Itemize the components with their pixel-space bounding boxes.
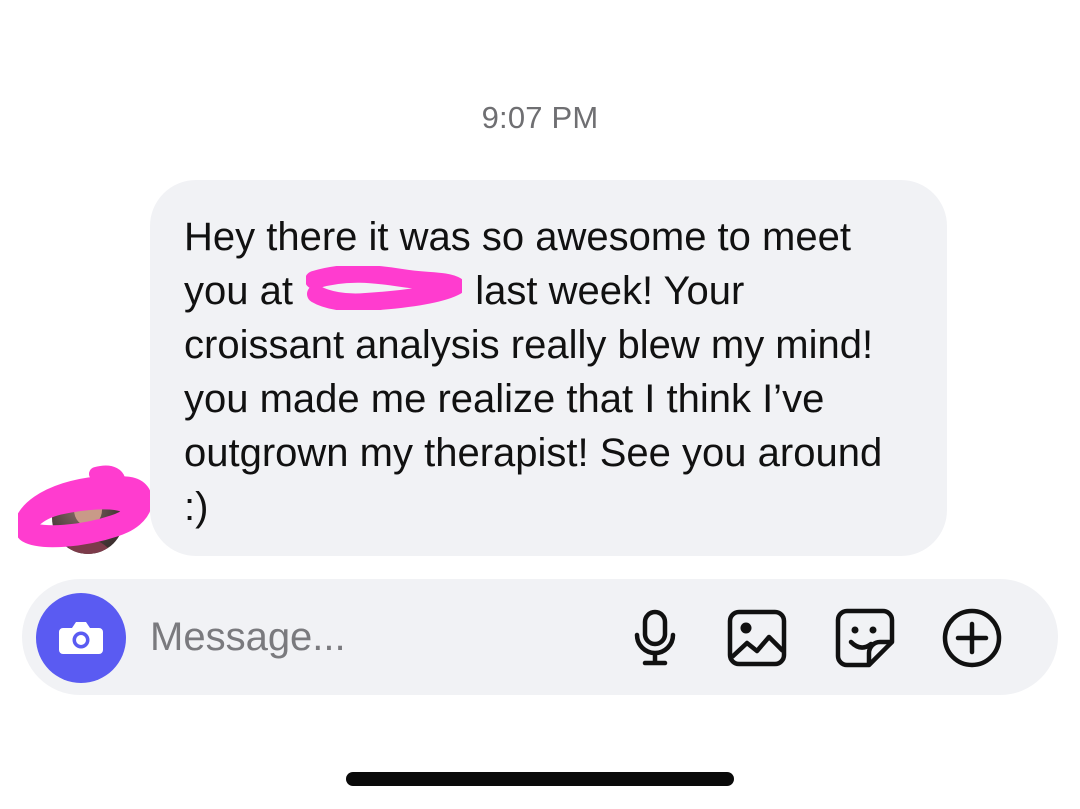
microphone-icon xyxy=(634,609,676,666)
message-input[interactable] xyxy=(150,609,590,665)
home-indicator[interactable] xyxy=(346,772,734,786)
avatar-redaction-scribble xyxy=(18,465,152,548)
sticker-button[interactable] xyxy=(830,603,900,673)
incoming-message-bubble[interactable]: Hey there it was so awesome to meet you … xyxy=(150,180,947,556)
camera-button[interactable] xyxy=(36,593,126,683)
plus-circle-icon xyxy=(942,608,1002,668)
message-timestamp: 9:07 PM xyxy=(481,100,599,135)
text-redaction-scribble xyxy=(306,266,463,310)
sticker-icon xyxy=(835,608,895,668)
message-text: Hey there it was so awesome to meet you … xyxy=(184,210,911,534)
microphone-button[interactable] xyxy=(620,603,690,673)
chat-screen: 9:07 PM Hey there it was so awesome to m… xyxy=(0,0,1080,809)
camera-icon xyxy=(59,622,103,654)
gallery-button[interactable] xyxy=(722,603,792,673)
more-options-button[interactable] xyxy=(937,603,1007,673)
image-icon xyxy=(727,609,787,667)
message-composer xyxy=(22,579,1058,695)
